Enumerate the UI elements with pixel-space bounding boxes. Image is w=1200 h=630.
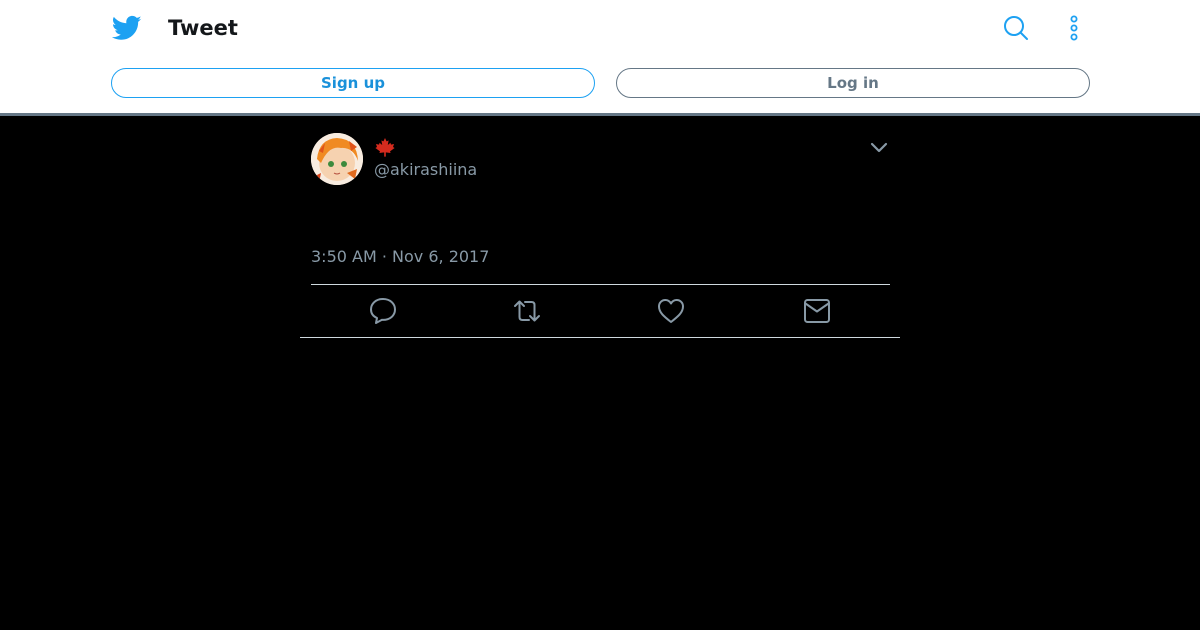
page-title: Tweet <box>168 16 238 40</box>
login-button[interactable]: Log in <box>616 68 1090 98</box>
signup-button[interactable]: Sign up <box>111 68 595 98</box>
twitter-bird-icon[interactable] <box>112 13 142 43</box>
search-icon[interactable] <box>1002 14 1030 42</box>
retweet-icon[interactable] <box>512 296 542 326</box>
chevron-down-icon[interactable] <box>868 138 890 156</box>
heart-icon[interactable] <box>656 296 686 326</box>
tweet-card: @akirashiina 3:50 AM · Nov 6, 2017 <box>300 116 900 338</box>
user-handle[interactable]: @akirashiina <box>374 160 477 180</box>
envelope-icon[interactable] <box>802 296 832 326</box>
tweet-timestamp[interactable]: 3:50 AM · Nov 6, 2017 <box>311 247 489 267</box>
top-bar: Tweet Sign up Log in <box>0 0 1200 116</box>
avatar[interactable] <box>311 133 363 185</box>
maple-leaf-icon <box>374 137 396 157</box>
reply-icon[interactable] <box>368 296 398 326</box>
more-vertical-icon[interactable] <box>1064 14 1084 42</box>
divider <box>311 284 890 285</box>
